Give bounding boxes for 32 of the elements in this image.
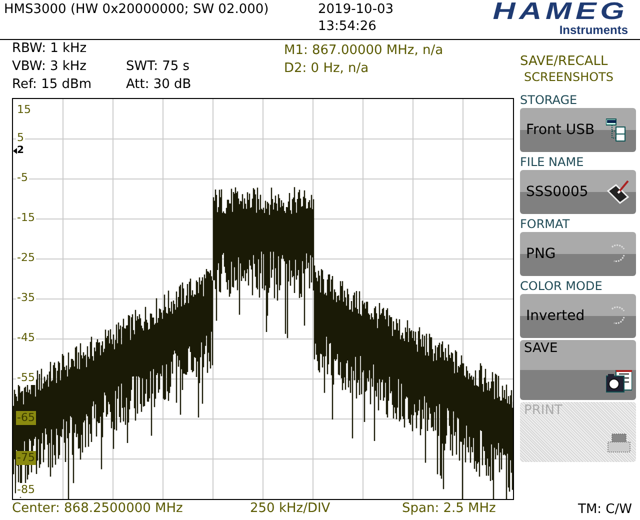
logo-subtitle: Instruments [559,24,628,37]
softkey-label: COLOR MODE [520,278,604,294]
axis-label: -85 [16,483,36,497]
span-text: Span: 2.5 MHz [402,500,496,518]
marker-readout: M1: 867.00000 MHz, n/a [284,42,444,60]
date-text: 2019-10-03 [318,1,395,18]
parameter-text: Att: 30 dB [126,76,192,94]
softkey-button[interactable]: SAVE [520,340,636,400]
softkey-label: FORMAT [520,216,571,232]
parameter-text: SWT: 75 s [126,58,191,76]
parameter-text: VBW: 3 kHz [12,58,88,76]
logo-text: HAMEG [492,0,628,24]
softkey-button[interactable]: Inverted [520,294,636,338]
axis-label: -75 [16,451,36,465]
division-text: 250 kHz/DIV [250,500,332,518]
softkey-label: STORAGE [520,92,578,108]
softkey-button[interactable]: SSS0005 [520,170,636,214]
softkey-button[interactable]: Front USB [520,108,636,152]
menu-subtitle: SCREENSHOTS [523,70,615,85]
marker-readout: D2: 0 Hz, n/a [284,60,370,78]
device-title: HMS3000 (HW 0x20000000; SW 02.000) [3,1,270,19]
center-frequency-text: Center: 868.2500000 MHz [12,500,184,518]
time-text: 13:54:26 [318,18,378,35]
menu-title: SAVE/RECALL [520,54,609,70]
softkey-button[interactable]: PNG [520,232,636,276]
softkey-label: FILE NAME [520,154,585,170]
trigger-mode-text: TM: C/W [578,501,633,519]
parameter-text: RBW: 1 kHz [12,40,88,58]
axis-label: -55 [16,371,36,385]
marker-label: 2 [17,145,24,157]
parameter-text: Ref: 15 dBm [12,76,93,94]
axis-label: -65 [16,411,36,425]
